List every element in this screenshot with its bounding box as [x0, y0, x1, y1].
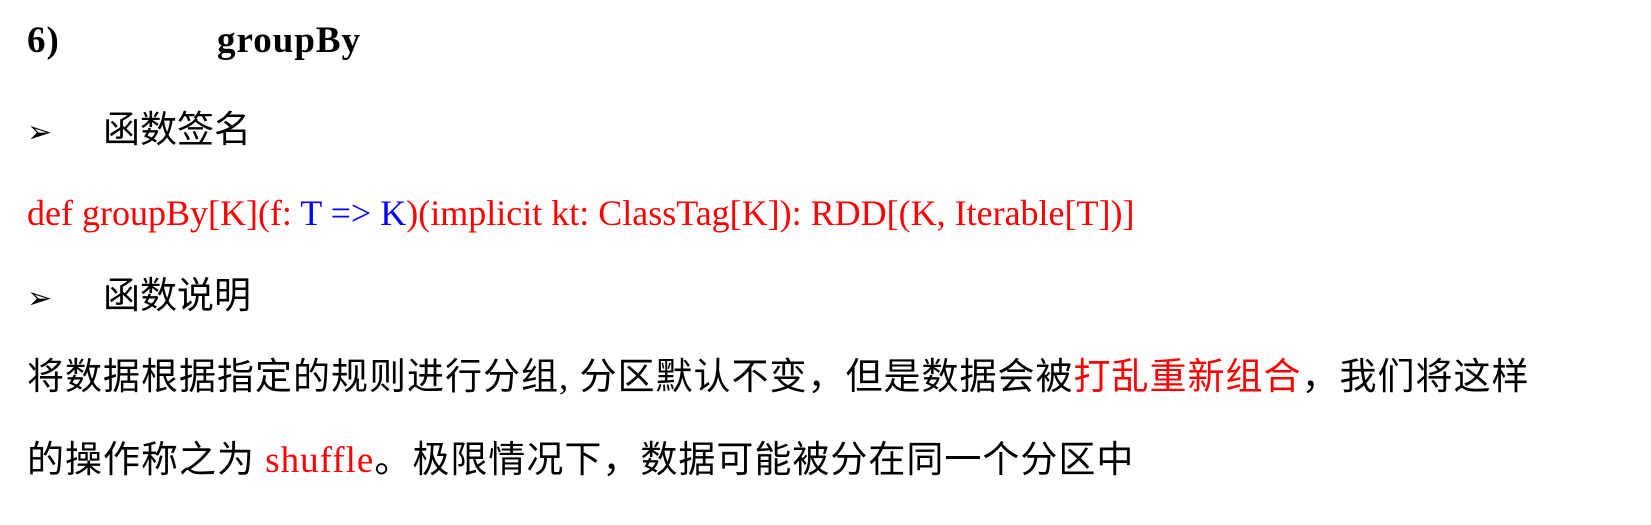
- bullet-function-signature: ➢ 函数签名: [27, 112, 251, 149]
- signature-part-3: )(implicit kt: ClassTag[K]): RDD[(K, Ite…: [406, 193, 1135, 233]
- arrow-bullet-icon: ➢: [27, 281, 53, 316]
- description-line-2: 的操作称之为 shuffle。极限情况下，数据可能被分在同一个分区中: [27, 442, 1134, 479]
- bullet-label: 函数签名: [103, 110, 251, 151]
- signature-part-1: def groupBy[K](f:: [27, 193, 301, 233]
- section-title: groupBy: [217, 20, 362, 61]
- section-heading: 6) groupBy: [27, 22, 361, 59]
- description-text: 将数据根据指定的规则进行分组, 分区默认不变，但是数据会被: [27, 357, 1074, 398]
- description-text: 的操作称之为: [27, 440, 266, 481]
- description-line-1: 将数据根据指定的规则进行分组, 分区默认不变，但是数据会被打乱重新组合，我们将这…: [27, 359, 1530, 396]
- section-number: 6): [27, 20, 60, 61]
- bullet-function-description: ➢ 函数说明: [27, 278, 251, 315]
- description-text: ，我们将这样: [1301, 357, 1530, 398]
- arrow-bullet-icon: ➢: [27, 115, 53, 150]
- description-highlight: shuffle: [265, 440, 375, 481]
- function-signature: def groupBy[K](f: T => K)(implicit kt: C…: [27, 195, 1134, 231]
- bullet-label: 函数说明: [103, 276, 251, 317]
- description-highlight: 打乱重新组合: [1073, 357, 1302, 398]
- signature-part-2: T => K: [300, 193, 407, 233]
- description-text: 。极限情况下，数据可能被分在同一个分区中: [374, 440, 1135, 481]
